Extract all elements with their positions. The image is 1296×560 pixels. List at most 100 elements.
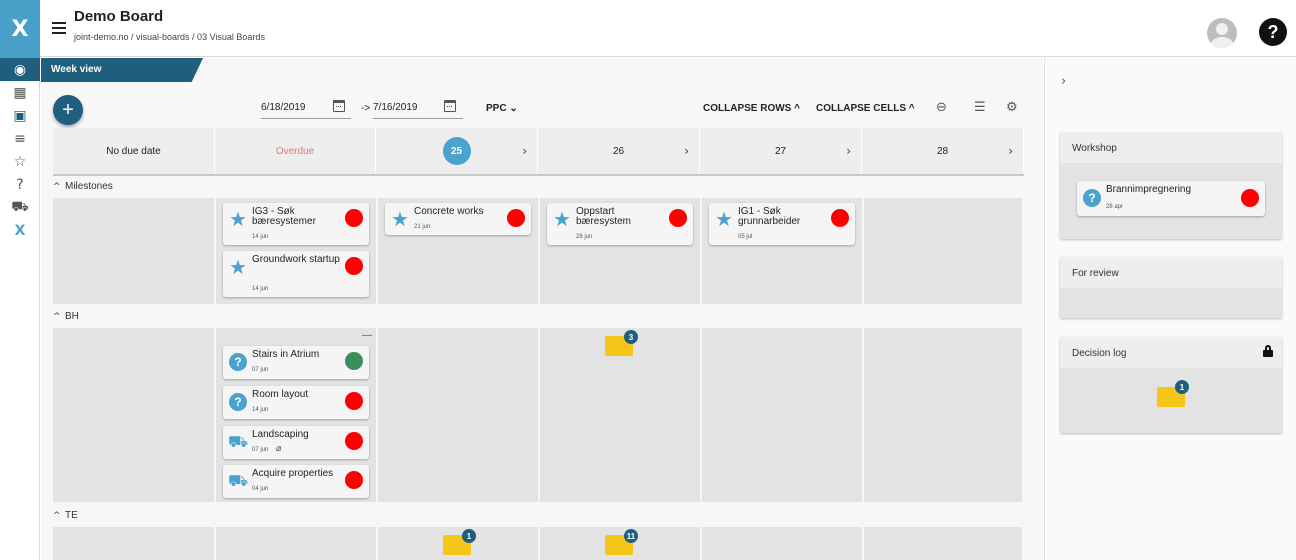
cell[interactable]	[702, 527, 862, 560]
card-date: 14 jun	[252, 286, 269, 292]
card-milestone[interactable]: ★ Concrete works 21 jun	[385, 203, 531, 235]
cell[interactable]: ★ IG3 - Søk bæresystemer 14 jun ★ Ground…	[216, 198, 376, 304]
column-week-28: 28 ›	[862, 128, 1024, 174]
settings-icon[interactable]: ⚙	[1006, 100, 1018, 115]
status-dot[interactable]	[345, 209, 363, 227]
top-bar: Demo Board joint-demo.no / visual-boards…	[40, 0, 1296, 57]
card-date: 04 jun	[252, 486, 269, 492]
side-panel: › Workshop ? Brannimpregnering 28 apr Fo…	[1044, 58, 1296, 560]
cell[interactable]	[53, 328, 214, 502]
filter-icon[interactable]: ☰	[974, 100, 986, 115]
cell[interactable]	[864, 527, 1022, 560]
app-logo[interactable]: X	[0, 0, 40, 58]
status-dot[interactable]	[345, 432, 363, 450]
attachment-icon: ⌀	[276, 443, 282, 453]
column-overdue: Overdue	[215, 128, 376, 174]
status-dot[interactable]	[345, 257, 363, 275]
column-no-due-date: No due date	[53, 128, 215, 174]
chevron-up-icon[interactable]: ^	[53, 312, 61, 322]
row-header-bh[interactable]: ^ BH	[41, 311, 1021, 327]
avatar[interactable]	[1207, 18, 1237, 48]
cell[interactable]	[702, 328, 862, 502]
cell[interactable]: ★ Oppstart bæresystem 28 jun	[540, 198, 700, 304]
status-dot[interactable]	[669, 209, 687, 227]
board-area: Week view + 6/18/2019 -> 7/16/2019 PPC ⌄…	[41, 58, 1043, 560]
count-badge: 1	[462, 529, 476, 543]
cell[interactable]	[53, 527, 214, 560]
calendar-icon[interactable]	[444, 100, 456, 112]
card-question[interactable]: ? Stairs in Atrium 07 jun	[223, 346, 369, 379]
card-title: Room layout	[252, 389, 309, 400]
calendar-icon[interactable]: ▣	[0, 104, 40, 127]
cell[interactable]: 1	[378, 527, 538, 560]
question-icon: ?	[228, 392, 248, 412]
panel-title: Workshop	[1060, 132, 1282, 163]
card-delivery[interactable]: ⛟ Landscaping 07 jun ⌀	[223, 426, 369, 459]
cell[interactable]: ★ IG1 - Søk grunnarbeider 05 jul	[702, 198, 862, 304]
chevron-right-icon[interactable]: ›	[684, 144, 689, 158]
list-check-icon[interactable]: ≡	[0, 127, 40, 150]
collapse-rows-button[interactable]: COLLAPSE ROWS ^	[703, 103, 800, 114]
status-dot[interactable]	[345, 471, 363, 489]
add-button[interactable]: +	[53, 95, 83, 125]
cell[interactable]: ★ Concrete works 21 jun	[378, 198, 538, 304]
cell[interactable]: 3	[540, 328, 700, 502]
card-date: 14 jun	[252, 234, 269, 240]
chevron-up-icon[interactable]: ^	[53, 182, 61, 192]
card-milestone[interactable]: ★ IG1 - Søk grunnarbeider 05 jul	[709, 203, 855, 245]
collapse-cells-button[interactable]: COLLAPSE CELLS ^	[816, 103, 915, 114]
current-week-badge: 25	[442, 137, 471, 165]
grid-icon[interactable]: ▦	[0, 81, 40, 104]
status-dot[interactable]	[345, 392, 363, 410]
count-badge: 1	[1175, 380, 1189, 394]
status-dot[interactable]	[1241, 189, 1259, 207]
star-icon: ★	[553, 207, 571, 231]
chevron-right-icon[interactable]: ›	[1061, 74, 1066, 89]
menu-icon[interactable]	[52, 22, 66, 34]
zoom-out-icon[interactable]: ⊖	[936, 100, 947, 115]
card-title: Stairs in Atrium	[252, 349, 320, 360]
calendar-icon[interactable]	[333, 100, 345, 112]
globe-icon[interactable]: ◉	[0, 58, 40, 81]
star-icon[interactable]: ☆	[0, 150, 40, 173]
collapse-cell-icon[interactable]: —	[362, 330, 372, 341]
ppc-dropdown[interactable]: PPC ⌄	[486, 103, 518, 114]
cell[interactable]	[216, 527, 376, 560]
card-milestone[interactable]: ★ Oppstart bæresystem 28 jun	[547, 203, 693, 245]
tab-week-view[interactable]: Week view	[41, 58, 203, 82]
question-icon[interactable]: ?	[0, 173, 40, 196]
chevron-right-icon[interactable]: ›	[522, 144, 527, 158]
card-question[interactable]: ? Room layout 14 jun	[223, 386, 369, 419]
column-week-26: 26 ›	[538, 128, 700, 174]
card-milestone[interactable]: ★ IG3 - Søk bæresystemer 14 jun	[223, 203, 369, 245]
status-dot[interactable]	[345, 352, 363, 370]
cell[interactable]	[864, 198, 1022, 304]
cell[interactable]	[864, 328, 1022, 502]
chevron-right-icon[interactable]: ›	[1008, 144, 1013, 158]
card-milestone[interactable]: ★ Groundwork startup 14 jun	[223, 251, 369, 297]
help-icon[interactable]: ?	[1259, 18, 1287, 46]
truck-icon: ⛟	[227, 431, 249, 451]
column-week-27: 27 ›	[700, 128, 862, 174]
card-title: Acquire properties	[252, 468, 334, 479]
cell[interactable]: — ? Stairs in Atrium 07 jun ? Room layou…	[216, 328, 376, 502]
cell[interactable]	[378, 328, 538, 502]
card-question[interactable]: ? Brannimpregnering 28 apr	[1077, 181, 1265, 216]
cell[interactable]	[53, 198, 214, 304]
card-date: 05 jul	[738, 234, 753, 240]
card-date: 14 jun	[252, 407, 269, 413]
status-dot[interactable]	[831, 209, 849, 227]
panel-for-review: For review	[1060, 257, 1282, 318]
row-header-milestones[interactable]: ^ Milestones	[41, 181, 1021, 197]
truck-icon[interactable]: ⛟	[0, 196, 40, 219]
card-date: 28 apr	[1106, 204, 1124, 210]
chevron-right-icon[interactable]: ›	[846, 144, 851, 158]
x-logo-icon[interactable]: X	[0, 219, 40, 242]
cell[interactable]: 11	[540, 527, 700, 560]
chevron-up-icon[interactable]: ^	[53, 511, 61, 521]
status-dot[interactable]	[507, 209, 525, 227]
row-header-te[interactable]: ^ TE	[41, 510, 1021, 526]
breadcrumb[interactable]: joint-demo.no / visual-boards / 03 Visua…	[74, 32, 265, 42]
card-title: Brannimpregnering	[1106, 184, 1192, 195]
card-delivery[interactable]: ⛟ Acquire properties 04 jun	[223, 465, 369, 498]
